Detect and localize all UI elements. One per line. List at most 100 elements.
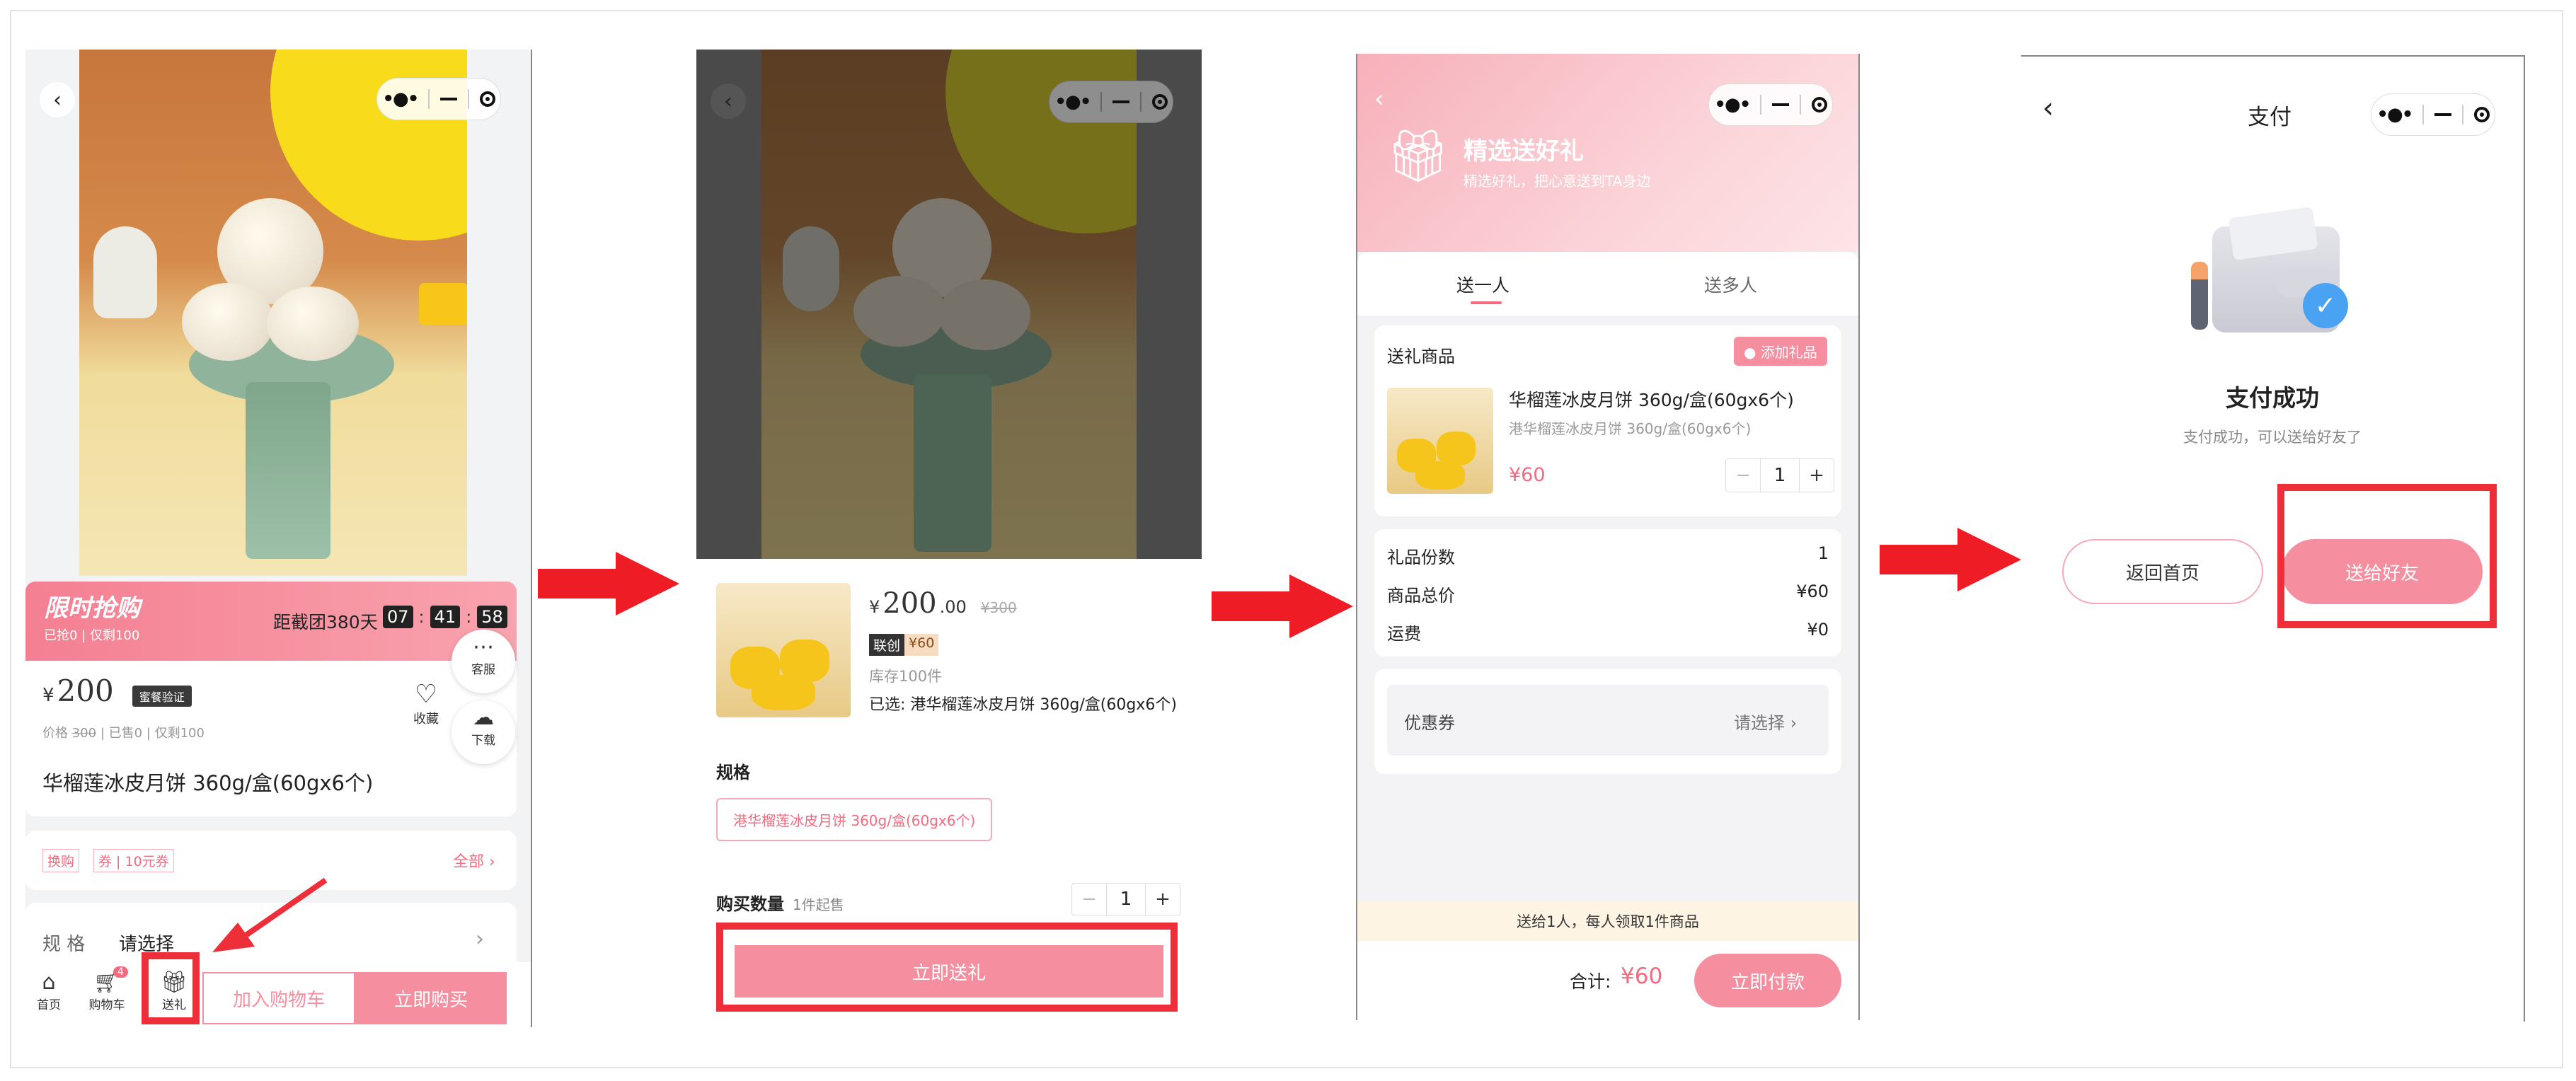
mini-program-capsule[interactable]: •●• xyxy=(1049,81,1173,123)
goods-header: 送礼商品 xyxy=(1387,347,1455,366)
order-quantity-value[interactable]: 1 xyxy=(1760,459,1800,492)
stock-text: 库存100件 xyxy=(869,668,943,685)
flow-arrow-1 xyxy=(538,552,679,615)
increase-button[interactable]: + xyxy=(1146,884,1180,915)
sheet-price: 200 xyxy=(882,587,937,620)
favorite-button[interactable]: ♡ 收藏 xyxy=(413,681,439,727)
price-symbol: ¥ xyxy=(42,685,54,706)
countdown-hours: 07 xyxy=(383,606,413,628)
decrease-button[interactable]: − xyxy=(1726,459,1760,492)
price-card: ¥ 200 蜜餐验证 价格 300 | 已售0 | 仅剩100 ♡ 收藏 华榴莲… xyxy=(25,661,517,816)
price-label: 价格 xyxy=(42,726,68,741)
sheet-product-thumbnail xyxy=(716,583,851,717)
back-icon[interactable]: ‹ xyxy=(2042,92,2054,125)
more-icon[interactable]: •●• xyxy=(1054,91,1091,112)
quantity-label: 购买数量 xyxy=(716,894,784,914)
tab-bar: 送一人 送多人 xyxy=(1357,252,1858,316)
pay-now-button[interactable]: 立即付款 xyxy=(1694,954,1841,1007)
minimize-icon[interactable] xyxy=(1112,100,1129,103)
decrease-button[interactable]: − xyxy=(1072,884,1106,915)
gift-goods-card: 送礼商品 ● 添加礼品 华榴莲冰皮月饼 360g/盒(60gx6个) 港华榴莲冰… xyxy=(1374,325,1841,516)
screen-gift-sheet: ‹ •●• ¥ 200 .00 ¥300 联创 ¥60 库存100件 已选: 港… xyxy=(696,50,1202,1020)
close-miniprogram-icon[interactable] xyxy=(479,91,495,107)
check-badge-icon: ✓ xyxy=(2303,283,2348,328)
coupon-all-link[interactable]: 全部 › xyxy=(453,849,495,872)
flash-sale-sub: 已抢0 | 仅剩100 xyxy=(44,628,140,643)
order-product-price: ¥60 xyxy=(1509,464,1546,486)
minimize-icon[interactable] xyxy=(1771,103,1789,106)
screen-gift-order: ‹ 🎁︎ 精选送好礼 精选好礼，把心意送到TA身边 •●• 送一人 送多人 送礼… xyxy=(1356,54,1860,1020)
product-title: 华榴莲冰皮月饼 360g/盒(60gx6个) xyxy=(42,771,374,795)
banner-sub: 精选好礼，把心意送到TA身边 xyxy=(1464,173,1651,190)
sheet-price-symbol: ¥ xyxy=(869,597,880,617)
dimmed-product-image xyxy=(696,50,1202,559)
minimize-icon[interactable] xyxy=(439,98,457,100)
sold-info: | 已售0 | 仅剩100 xyxy=(100,726,205,741)
tag-light: ¥60 xyxy=(904,634,939,656)
page-title: 支付 xyxy=(2248,105,2292,130)
coupon-card: 优惠券 请选择 › xyxy=(1374,669,1841,774)
banner-title: 精选送好礼 xyxy=(1464,137,1584,166)
back-icon[interactable]: ‹ xyxy=(1374,85,1384,113)
mini-program-capsule[interactable]: •●• xyxy=(2371,93,2495,136)
quantity-stepper[interactable]: − 1 + xyxy=(1071,883,1180,915)
add-to-cart-button[interactable]: 加入购物车 xyxy=(202,972,355,1024)
quantity-value[interactable]: 1 xyxy=(1106,884,1146,915)
mini-program-capsule[interactable]: •●• xyxy=(376,78,501,120)
minimize-icon[interactable] xyxy=(2434,113,2451,116)
summary-row: 运费 ¥0 xyxy=(1387,620,1829,644)
coupon-label: 优惠券 xyxy=(1404,713,1455,733)
close-miniprogram-icon[interactable] xyxy=(1151,94,1168,110)
bottom-nav: ⌂ 首页 🛒︎ 购物车 4 🎁︎ 送礼 加入购物车 立即购买 xyxy=(25,962,532,1027)
download-button[interactable]: ☁ 下载 xyxy=(452,700,515,764)
more-icon[interactable]: •●• xyxy=(2376,104,2413,125)
mini-program-capsule[interactable]: •●• xyxy=(1708,83,1833,126)
increase-button[interactable]: + xyxy=(1800,459,1834,492)
nav-home[interactable]: ⌂ 首页 xyxy=(31,970,67,1013)
back-icon[interactable]: ‹ xyxy=(40,82,75,117)
flow-arrow-2 xyxy=(1212,574,1353,638)
summary-card: 礼品份数 1 商品总价 ¥60 运费 ¥0 xyxy=(1374,529,1841,657)
flash-sale-title: 限时抢购 xyxy=(44,594,140,623)
chevron-right-icon: › xyxy=(476,927,484,952)
tab-send-one[interactable]: 送一人 xyxy=(1456,272,1510,297)
quantity-min: 1件起售 xyxy=(793,896,844,913)
highlight-send-to-friend xyxy=(2277,484,2497,628)
sheet-original-price: ¥300 xyxy=(980,599,1017,616)
pay-bar: 合计: ¥60 立即付款 xyxy=(1357,941,1858,1020)
original-price: 300 xyxy=(71,726,97,741)
summary-row: 礼品份数 1 xyxy=(1387,543,1829,567)
more-icon[interactable]: •●• xyxy=(1714,94,1751,115)
sheet-price-decimal: .00 xyxy=(939,597,967,617)
spec-header: 规格 xyxy=(716,763,750,782)
back-home-button[interactable]: 返回首页 xyxy=(2062,539,2263,604)
download-label: 下载 xyxy=(471,734,495,748)
add-gift-button[interactable]: ● 添加礼品 xyxy=(1734,337,1827,366)
countdown-seconds: 58 xyxy=(477,606,507,628)
tag-dark: 联创 xyxy=(869,634,905,656)
buy-now-button[interactable]: 立即购买 xyxy=(355,972,507,1024)
total-label: 合计: xyxy=(1570,971,1611,992)
more-icon[interactable]: •●• xyxy=(382,88,419,110)
flow-arrow-3 xyxy=(1880,528,2021,591)
highlight-gift-nav xyxy=(142,952,200,1024)
spec-option[interactable]: 港华榴莲冰皮月饼 360g/盒(60gx6个) xyxy=(716,798,993,841)
heart-icon: ♡ xyxy=(414,680,438,709)
order-product-name: 华榴莲冰皮月饼 360g/盒(60gx6个) xyxy=(1509,390,1794,410)
close-miniprogram-icon[interactable] xyxy=(2473,107,2490,122)
home-icon: ⌂ xyxy=(42,970,56,995)
order-product-thumbnail xyxy=(1387,388,1493,494)
service-button[interactable]: ⋯ 客服 xyxy=(452,630,515,693)
deadline-label: 距截团380天 xyxy=(273,612,378,632)
highlight-gift-now xyxy=(716,923,1178,1012)
order-quantity-stepper[interactable]: − 1 + xyxy=(1725,458,1834,492)
nav-cart[interactable]: 🛒︎ 购物车 4 xyxy=(82,966,132,1012)
back-icon[interactable]: ‹ xyxy=(711,83,746,119)
success-sub: 支付成功，可以送给好友了 xyxy=(2183,429,2362,446)
tab-send-many[interactable]: 送多人 xyxy=(1704,272,1757,297)
divider-line xyxy=(531,50,532,1027)
coupon-select-row[interactable]: 优惠券 请选择 › xyxy=(1387,685,1829,756)
countdown-minutes: 41 xyxy=(430,606,461,628)
order-product-spec: 港华榴莲冰皮月饼 360g/盒(60gx6个) xyxy=(1509,420,1752,437)
close-miniprogram-icon[interactable] xyxy=(1811,97,1827,112)
